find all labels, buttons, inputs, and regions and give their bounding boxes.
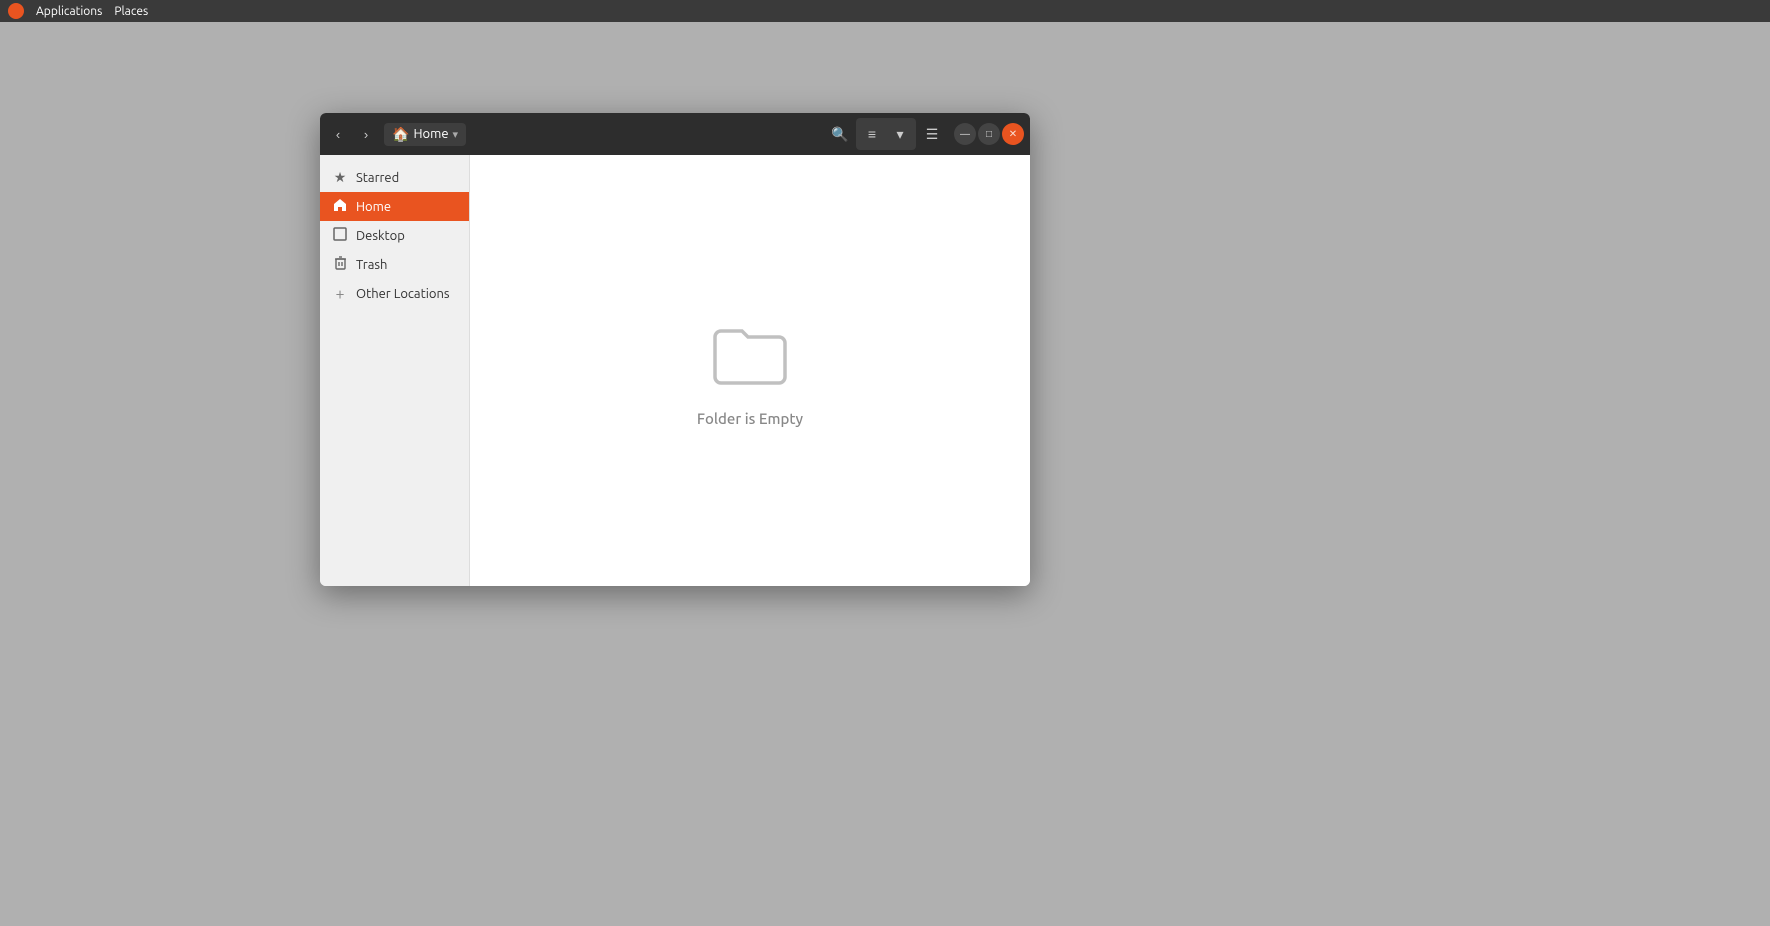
home-icon: 🏠: [392, 126, 409, 143]
add-icon: +: [332, 285, 348, 303]
applications-menu[interactable]: Applications: [36, 5, 102, 18]
empty-folder-icon: [710, 314, 790, 394]
desktop-icon: [332, 227, 348, 244]
view-dropdown-button[interactable]: ▾: [886, 120, 914, 148]
file-manager-window: ‹ › 🏠 Home ▾ 🔍 ≡ ▾ ☰ — □ ✕ ★ Sta: [320, 113, 1030, 586]
breadcrumb-dropdown-icon: ▾: [453, 128, 459, 141]
home-sidebar-icon: [332, 198, 348, 215]
window-controls: — □ ✕: [954, 123, 1024, 145]
list-view-button[interactable]: ≡: [858, 120, 886, 148]
breadcrumb[interactable]: 🏠 Home ▾: [384, 123, 466, 146]
sidebar-item-desktop[interactable]: Desktop: [320, 221, 469, 250]
sidebar-item-other-locations[interactable]: + Other Locations: [320, 279, 469, 309]
minimize-button[interactable]: —: [954, 123, 976, 145]
ubuntu-logo: [8, 3, 24, 19]
titlebar: ‹ › 🏠 Home ▾ 🔍 ≡ ▾ ☰ — □ ✕: [320, 113, 1030, 155]
sidebar-label-desktop: Desktop: [356, 229, 405, 243]
file-content-area: Folder is Empty: [470, 155, 1030, 586]
sidebar-item-starred[interactable]: ★ Starred: [320, 163, 469, 192]
view-toggle-group: ≡ ▾: [856, 118, 916, 150]
sidebar-label-home: Home: [356, 200, 391, 214]
empty-folder-text: Folder is Empty: [697, 410, 803, 427]
places-menu[interactable]: Places: [114, 5, 148, 18]
system-bar: Applications Places: [0, 0, 1770, 22]
sidebar-label-starred: Starred: [356, 171, 399, 185]
sidebar-label-trash: Trash: [356, 258, 387, 272]
search-button[interactable]: 🔍: [826, 120, 854, 148]
back-button[interactable]: ‹: [326, 122, 350, 146]
sidebar-item-trash[interactable]: Trash: [320, 250, 469, 279]
main-area: ★ Starred Home Desktop: [320, 155, 1030, 586]
sidebar: ★ Starred Home Desktop: [320, 155, 470, 586]
sidebar-label-other-locations: Other Locations: [356, 287, 450, 301]
close-button[interactable]: ✕: [1002, 123, 1024, 145]
toolbar-actions: 🔍 ≡ ▾ ☰: [826, 118, 946, 150]
maximize-button[interactable]: □: [978, 123, 1000, 145]
star-icon: ★: [332, 169, 348, 186]
forward-button[interactable]: ›: [354, 122, 378, 146]
sidebar-item-home[interactable]: Home: [320, 192, 469, 221]
trash-icon: [332, 256, 348, 273]
breadcrumb-label: Home: [413, 127, 448, 141]
menu-button[interactable]: ☰: [918, 120, 946, 148]
